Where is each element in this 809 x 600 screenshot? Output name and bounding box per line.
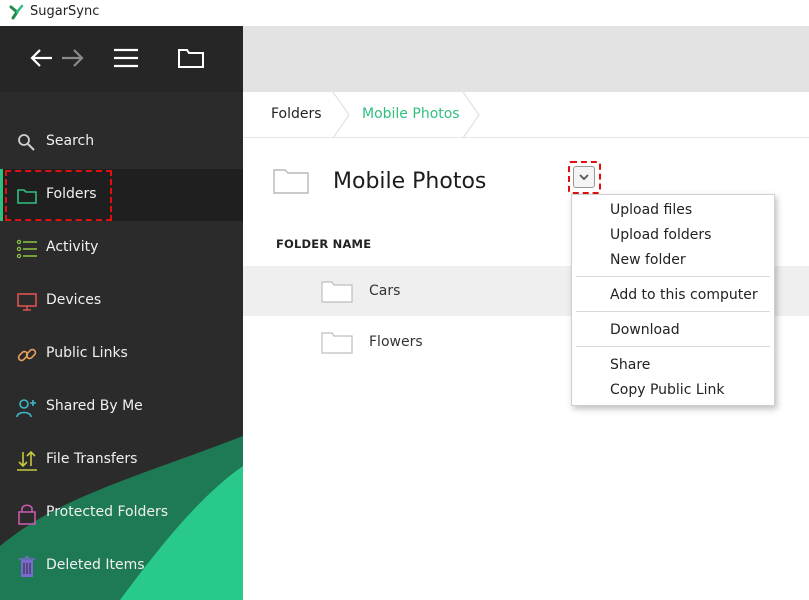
monitor-icon: [17, 293, 37, 311]
sidebar-item-label: Devices: [46, 292, 102, 308]
folder-icon[interactable]: [177, 44, 205, 72]
share-user-icon: [16, 399, 36, 418]
breadcrumb-separator: [462, 92, 480, 138]
sidebar-item-label: Shared By Me: [46, 398, 143, 414]
sidebar-item-activity[interactable]: Activity: [0, 222, 243, 274]
breadcrumb-item-mobile-photos[interactable]: Mobile Photos: [362, 106, 460, 122]
folder-icon: [321, 332, 353, 354]
menu-item-download[interactable]: Download: [572, 318, 774, 342]
chevron-down-icon: [579, 174, 589, 181]
menu-separator: [576, 276, 770, 277]
sidebar-item-folders[interactable]: Folders: [0, 169, 243, 221]
sidebar-item-label: Search: [46, 133, 95, 149]
sidebar-item-label: Deleted Items: [46, 557, 145, 573]
app-title: SugarSync: [30, 4, 100, 19]
menu-item-copy-public-link[interactable]: Copy Public Link: [572, 378, 774, 402]
menu-item-label: New folder: [610, 252, 686, 268]
menu-item-label: Share: [610, 357, 651, 373]
menu-item-label: Upload files: [610, 202, 693, 218]
trash-icon: [19, 556, 35, 577]
sidebar-item-label: Activity: [46, 239, 99, 255]
transfer-arrows-icon: [17, 450, 37, 471]
folder-icon: [17, 189, 37, 204]
sidebar-item-search[interactable]: Search: [0, 116, 243, 168]
menu-item-share[interactable]: Share: [572, 353, 774, 377]
sidebar-item-label: Public Links: [46, 345, 128, 361]
search-icon: [18, 134, 35, 151]
sidebar-item-public-links[interactable]: Public Links: [0, 328, 243, 380]
folder-options-dropdown-button[interactable]: [573, 166, 595, 188]
folder-name: Cars: [369, 283, 401, 299]
arrow-left-icon[interactable]: [28, 44, 56, 72]
sidebar-item-deleted-items[interactable]: Deleted Items: [0, 540, 243, 592]
menu-item-upload-folders[interactable]: Upload folders: [572, 223, 774, 247]
breadcrumb-item-folders[interactable]: Folders: [271, 106, 322, 122]
menu-item-upload-files[interactable]: Upload files: [572, 198, 774, 222]
sidebar-item-label: File Transfers: [46, 451, 138, 467]
arrow-right-icon[interactable]: [58, 44, 86, 72]
menu-separator: [576, 346, 770, 347]
link-icon: [17, 348, 37, 362]
lock-icon: [18, 504, 36, 525]
menu-item-label: Copy Public Link: [610, 382, 725, 398]
sidebar-item-label: Folders: [46, 186, 97, 202]
column-header-folder-name[interactable]: FOLDER NAME: [276, 237, 371, 251]
page-title: Mobile Photos: [333, 169, 487, 194]
sidebar-item-file-transfers[interactable]: File Transfers: [0, 434, 243, 486]
breadcrumb: Folders Mobile Photos: [243, 92, 809, 138]
main-toolbar: [243, 26, 809, 92]
menu-item-label: Upload folders: [610, 227, 712, 243]
sidebar: Search Folders Activity Devices Public L…: [0, 26, 243, 600]
sidebar-item-devices[interactable]: Devices: [0, 275, 243, 327]
sidebar-item-label: Protected Folders: [46, 504, 169, 520]
sidebar-item-shared-by-me[interactable]: Shared By Me: [0, 381, 243, 433]
menu-item-label: Download: [610, 322, 680, 338]
folder-name: Flowers: [369, 334, 423, 350]
menu-separator: [576, 311, 770, 312]
menu-item-add-to-this-computer[interactable]: Add to this computer: [572, 283, 774, 307]
menu-item-label: Add to this computer: [610, 287, 758, 303]
sugarsync-logo-icon: [9, 4, 24, 20]
menu-item-new-folder[interactable]: New folder: [572, 248, 774, 272]
activity-list-icon: [16, 239, 37, 259]
sidebar-toolbar: [0, 26, 243, 92]
folder-icon: [321, 281, 353, 303]
hamburger-menu-icon[interactable]: [112, 44, 140, 72]
folder-icon: [273, 169, 309, 194]
title-bar: SugarSync: [0, 0, 809, 26]
breadcrumb-separator: [332, 92, 350, 138]
sidebar-item-protected-folders[interactable]: Protected Folders: [0, 487, 243, 539]
folder-context-menu: Upload files Upload folders New folder A…: [571, 194, 775, 406]
